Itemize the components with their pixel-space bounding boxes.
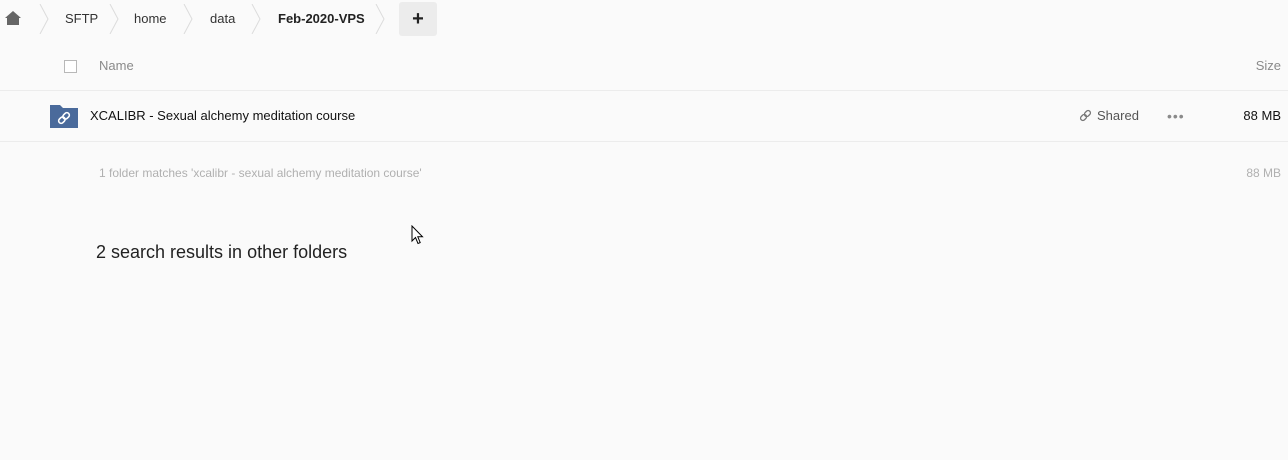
search-summary: 1 folder matches 'xcalibr - sexual alche… (99, 166, 422, 180)
mouse-cursor-icon (411, 225, 424, 245)
breadcrumb-item-sftp[interactable]: SFTP (65, 11, 98, 26)
more-actions-icon[interactable]: ••• (1167, 108, 1185, 124)
other-folders-results-heading: 2 search results in other folders (96, 242, 348, 262)
shared-label: Shared (1097, 108, 1139, 123)
breadcrumb-separator-icon (39, 4, 49, 34)
file-list-header: Name Size (0, 44, 1288, 90)
select-all-checkbox[interactable] (64, 60, 77, 73)
new-item-button[interactable]: + (399, 2, 437, 36)
divider (0, 90, 1288, 91)
column-header-name[interactable]: Name (99, 58, 134, 73)
file-row[interactable]: XCALIBR - Sexual alchemy meditation cour… (0, 92, 1288, 141)
shared-folder-icon (50, 105, 78, 128)
breadcrumb-separator-icon (109, 4, 119, 34)
breadcrumb-item-home[interactable]: home (134, 11, 167, 26)
home-icon[interactable] (4, 9, 22, 27)
breadcrumb-item-current[interactable]: Feb-2020-VPS (278, 11, 365, 26)
file-size: 88 MB (1243, 108, 1281, 123)
column-header-size[interactable]: Size (1256, 58, 1281, 73)
breadcrumb: SFTP home data Feb-2020-VPS + (0, 0, 1288, 38)
link-icon (1079, 109, 1092, 122)
divider (0, 141, 1288, 142)
breadcrumb-separator-icon (183, 4, 193, 34)
shared-button[interactable]: Shared (1079, 108, 1139, 123)
breadcrumb-separator-icon (251, 4, 261, 34)
breadcrumb-separator-icon (375, 4, 385, 34)
plus-icon: + (412, 8, 424, 30)
breadcrumb-item-data[interactable]: data (210, 11, 235, 26)
summary-size: 88 MB (1246, 166, 1281, 180)
file-name[interactable]: XCALIBR - Sexual alchemy meditation cour… (90, 108, 355, 123)
